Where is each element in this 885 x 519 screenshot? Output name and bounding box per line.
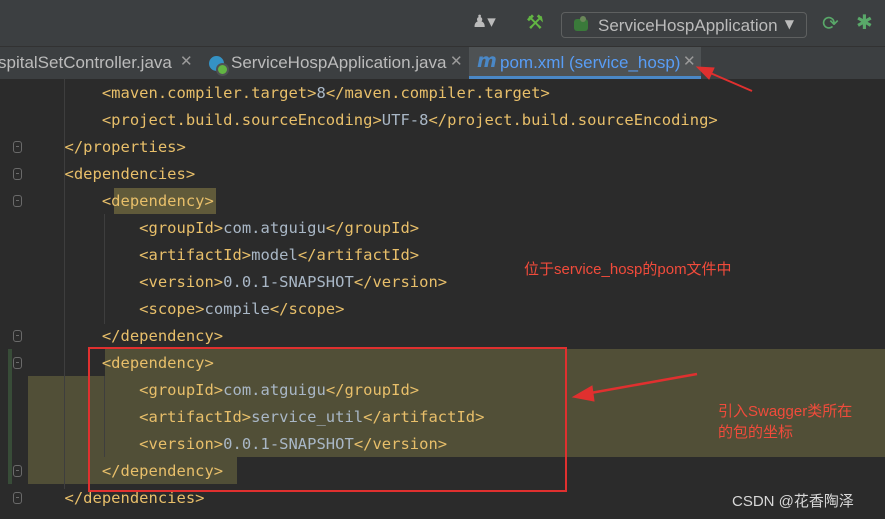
xml-text-value: 8: [316, 84, 326, 102]
xml-text-value: model: [251, 246, 298, 264]
xml-open-tag: <version>: [139, 273, 224, 291]
maven-icon: m: [477, 50, 497, 72]
annotation-swagger-line1: 引入Swagger类所在: [718, 403, 853, 420]
rerun-icon[interactable]: ⟳: [822, 11, 839, 35]
editor-tab-bar: spitalSetController.java ✕ ServiceHospAp…: [0, 46, 885, 79]
main-toolbar: ♟▾ ⚒ ServiceHospApplication ▼ ⟳ ✱: [0, 0, 885, 46]
code-line: <dependencies>: [9, 161, 196, 188]
xml-open-tag: </dependency>: [101, 327, 224, 345]
close-icon[interactable]: ✕: [683, 52, 696, 70]
xml-close-tag: </project.build.sourceEncoding>: [428, 111, 718, 129]
xml-open-tag: <scope>: [139, 300, 205, 318]
tab-hospital-set-controller[interactable]: spitalSetController.java ✕: [0, 47, 200, 79]
close-icon[interactable]: ✕: [450, 52, 463, 70]
chevron-down-icon: ▼: [784, 17, 794, 31]
xml-open-tag: </properties>: [64, 138, 186, 156]
xml-open-tag: <artifactId>: [139, 246, 252, 264]
highlight-box: [88, 347, 567, 492]
tab-pom-xml[interactable]: pom.xml (service_hosp) ✕: [469, 47, 701, 79]
code-line: <artifactId>model</artifactId>: [9, 242, 420, 269]
xml-open-tag: <dependencies>: [64, 165, 196, 183]
code-line: </properties>: [9, 134, 186, 161]
run-configuration-label: ServiceHospApplication: [598, 16, 778, 35]
tab-label: ServiceHospApplication.java: [231, 53, 447, 72]
debug-bug-icon[interactable]: ✱: [856, 10, 873, 34]
code-line: </dependency>: [9, 323, 224, 350]
java-class-icon: [209, 56, 229, 76]
xml-close-tag: </scope>: [269, 300, 345, 318]
code-line: <version>0.0.1-SNAPSHOT</version>: [9, 269, 448, 296]
spring-app-icon: [574, 16, 588, 31]
xml-open-tag: <maven.compiler.target>: [101, 84, 317, 102]
xml-open-tag: <groupId>: [139, 219, 224, 237]
code-line: <scope>compile</scope>: [9, 296, 345, 323]
code-line: <project.build.sourceEncoding>UTF-8</pro…: [9, 107, 718, 134]
tab-service-hosp-application[interactable]: ServiceHospApplication.java ✕: [202, 47, 468, 79]
tab-label: pom.xml (service_hosp): [500, 53, 681, 72]
code-line: <dependency>: [9, 188, 214, 215]
xml-open-tag: <project.build.sourceEncoding>: [101, 111, 382, 129]
xml-text-value: com.atguigu: [223, 219, 326, 237]
xml-close-tag: </version>: [353, 273, 448, 291]
code-line: <groupId>com.atguigu</groupId>: [9, 215, 420, 242]
code-line: <maven.compiler.target>8</maven.compiler…: [9, 80, 550, 107]
xml-close-tag: </artifactId>: [297, 246, 420, 264]
annotation-pom-location: 位于service_hosp的pom文件中: [524, 261, 732, 278]
user-icon[interactable]: ♟▾: [472, 12, 496, 32]
xml-text-value: UTF-8: [381, 111, 429, 129]
watermark: CSDN @花香陶泽: [732, 493, 854, 510]
build-hammer-icon[interactable]: ⚒: [526, 10, 544, 34]
close-icon[interactable]: ✕: [180, 52, 193, 70]
xml-text-value: compile: [204, 300, 270, 318]
run-configuration-select[interactable]: ServiceHospApplication ▼: [561, 12, 807, 38]
xml-close-tag: </groupId>: [325, 219, 420, 237]
xml-open-tag: <dependency>: [101, 192, 214, 210]
xml-close-tag: </maven.compiler.target>: [325, 84, 550, 102]
xml-text-value: 0.0.1-SNAPSHOT: [223, 273, 354, 291]
annotation-swagger-line2: 的包的坐标: [718, 424, 794, 441]
tab-label: spitalSetController.java: [0, 53, 172, 72]
